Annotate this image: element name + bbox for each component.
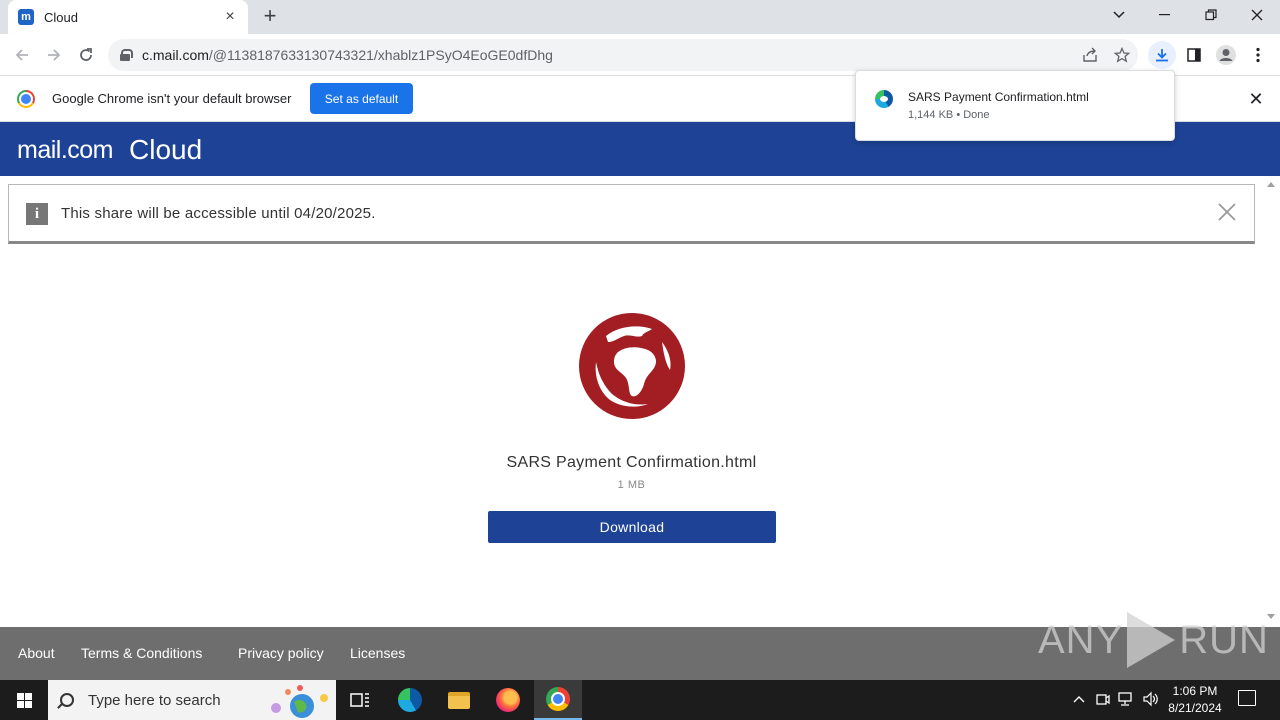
tab-strip: m Cloud × +: [0, 0, 1280, 34]
watermark-left: ANY: [1038, 617, 1124, 662]
minimize-button[interactable]: [1142, 0, 1188, 30]
meet-now-icon[interactable]: [1095, 691, 1111, 709]
download-bubble[interactable]: SARS Payment Confirmation.html 1,144 KB …: [855, 70, 1175, 141]
search-placeholder: Type here to search: [88, 691, 221, 709]
file-size: 1 MB: [617, 479, 646, 491]
network-icon[interactable]: [1118, 691, 1134, 709]
share-expiry-notice: i This share will be accessible until 04…: [8, 184, 1255, 244]
close-window-button[interactable]: [1234, 0, 1280, 30]
url-path: /@1138187633130743321/xhablz1PSyO4EoGE0d…: [208, 47, 553, 63]
address-bar[interactable]: c.mail.com/@1138187633130743321/xhablz1P…: [108, 39, 1138, 71]
edge-file-icon: [875, 90, 893, 108]
chrome-taskbar-icon[interactable]: [534, 680, 582, 720]
scroll-up-arrow-icon[interactable]: [1267, 182, 1275, 187]
windows-taskbar: Type here to search 1:06 PM 8/21/2024: [0, 680, 1280, 720]
side-panel-icon[interactable]: [1181, 42, 1207, 68]
footer-link-about[interactable]: About: [18, 645, 55, 661]
info-icon: i: [26, 203, 48, 225]
globe-icon: [578, 312, 686, 420]
tab-title: Cloud: [44, 9, 78, 25]
file-name: SARS Payment Confirmation.html: [506, 454, 757, 471]
footer-link-licenses[interactable]: Licenses: [350, 645, 405, 661]
chrome-logo-icon: [17, 90, 35, 108]
notification-center-icon[interactable]: [1238, 690, 1256, 706]
tab-search-chevron-icon[interactable]: [1096, 0, 1142, 30]
infobar-close-icon[interactable]: ✕: [1246, 89, 1266, 109]
download-button[interactable]: Download: [488, 511, 776, 543]
mailcom-favicon-icon: m: [18, 9, 34, 25]
taskbar-search-box[interactable]: Type here to search: [48, 680, 336, 720]
reload-button[interactable]: [72, 41, 100, 69]
anyrun-watermark: ANY RUN: [1038, 608, 1269, 672]
task-view-button[interactable]: [336, 680, 384, 720]
notice-text: This share will be accessible until 04/2…: [61, 205, 376, 222]
product-name: Cloud: [129, 134, 203, 165]
download-file-name[interactable]: SARS Payment Confirmation.html: [908, 90, 1089, 104]
set-as-default-button[interactable]: Set as default: [310, 83, 413, 114]
footer-link-privacy[interactable]: Privacy policy: [238, 645, 324, 661]
clock-time: 1:06 PM: [1172, 684, 1218, 698]
bookmark-star-icon[interactable]: [1111, 44, 1133, 66]
forward-button[interactable]: [40, 41, 68, 69]
logo-text: mail.com: [17, 135, 114, 164]
clock-date: 8/21/2024: [1168, 701, 1222, 715]
browser-tab[interactable]: m Cloud ×: [8, 0, 248, 34]
restore-button[interactable]: [1188, 0, 1234, 30]
new-tab-button[interactable]: +: [258, 5, 282, 29]
back-button[interactable]: [8, 41, 36, 69]
share-icon[interactable]: [1079, 44, 1101, 66]
search-icon: [60, 693, 74, 707]
watermark-right: RUN: [1179, 617, 1269, 662]
download-status: 1,144 KB • Done: [908, 109, 990, 121]
edge-taskbar-icon[interactable]: [386, 680, 434, 720]
profile-avatar-icon[interactable]: [1213, 42, 1239, 68]
mailcom-logo[interactable]: mail.com Cloud: [16, 134, 202, 166]
windows-logo-icon: [16, 692, 32, 708]
infobar-message: Google Chrome isn't your default browser: [52, 91, 292, 106]
footer-link-terms[interactable]: Terms & Conditions: [81, 645, 202, 661]
search-highlight-icon: [271, 685, 328, 718]
play-icon: [1127, 612, 1176, 668]
download-icon[interactable]: [1148, 41, 1176, 69]
tray-chevron-icon[interactable]: [1071, 691, 1087, 709]
volume-icon[interactable]: [1142, 691, 1158, 709]
menu-kebab-icon[interactable]: [1245, 42, 1271, 68]
notice-close-icon[interactable]: [1214, 200, 1240, 226]
tab-close-icon[interactable]: ×: [222, 9, 238, 25]
page-scrollbar[interactable]: [1262, 176, 1280, 627]
start-button[interactable]: [0, 680, 48, 720]
taskbar-clock[interactable]: 1:06 PM 8/21/2024: [1163, 683, 1227, 717]
firefox-icon[interactable]: [484, 680, 532, 720]
file-explorer-icon[interactable]: [435, 680, 483, 720]
lock-icon[interactable]: [120, 49, 133, 61]
url-host: c.mail.com: [142, 47, 209, 63]
